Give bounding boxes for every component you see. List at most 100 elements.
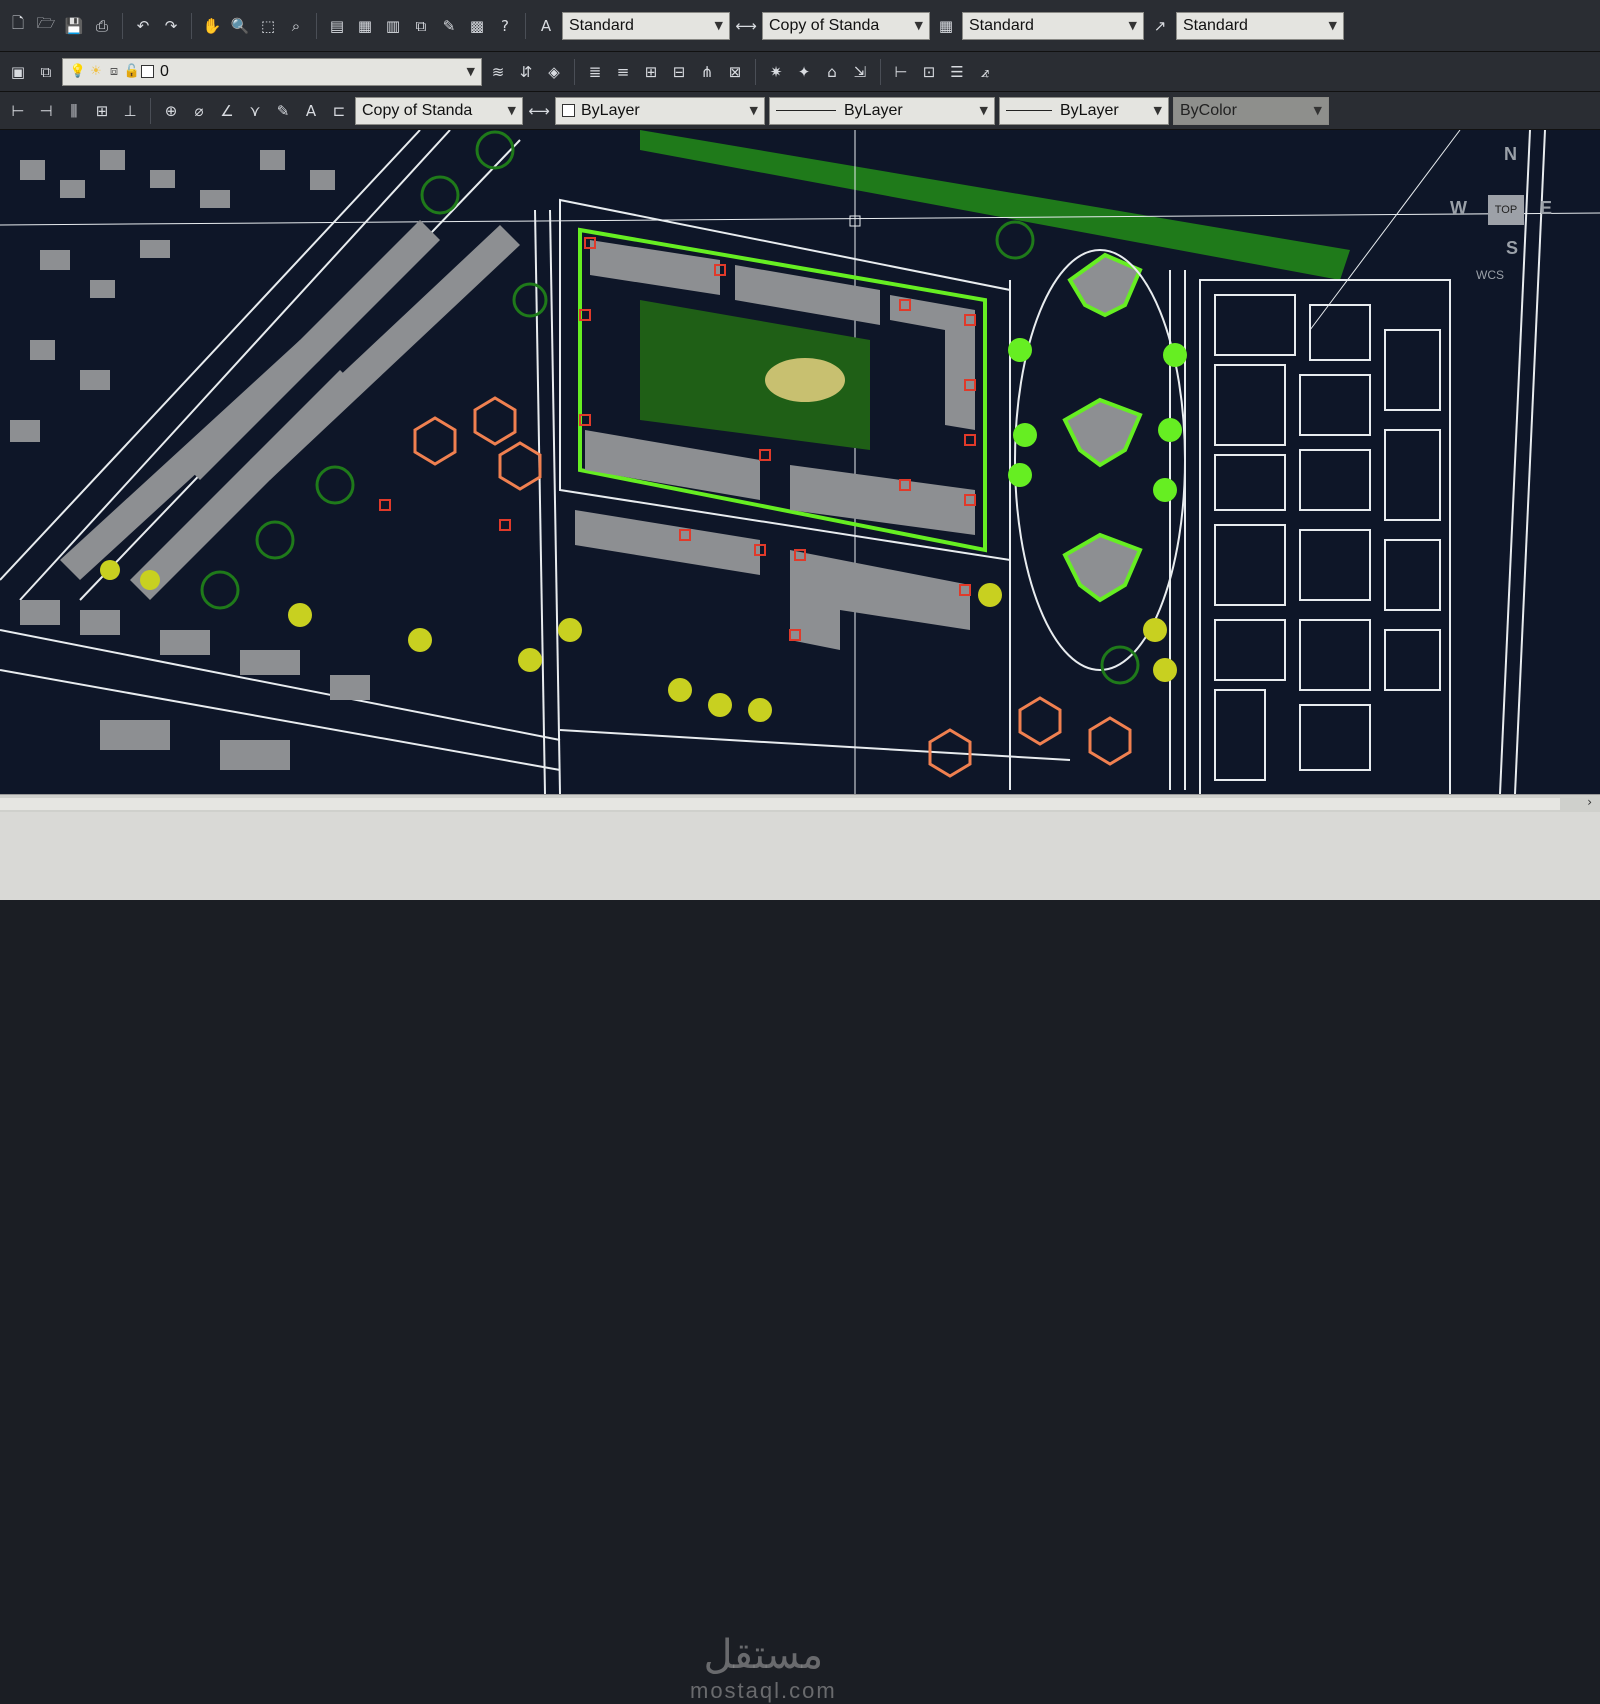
distant-light-icon[interactable]: ⇲	[848, 60, 872, 84]
drawing-canvas[interactable]: N W S E TOP WCS	[0, 130, 1600, 794]
dim-continue-icon[interactable]: ⊞	[90, 99, 114, 123]
viewcube-west[interactable]: W	[1450, 198, 1467, 219]
color-control-value: ByLayer	[581, 101, 640, 119]
dim-radius-icon[interactable]: ⊕	[159, 99, 183, 123]
dimension-properties-toolbar: ⊢ ⊣ ⫼ ⊞ ⊥ ⊕ ⌀ ∠ ⋎ ✎ A ⊏ Copy of Standa ▼…	[0, 92, 1600, 130]
make-current-icon[interactable]: ≋	[486, 60, 510, 84]
horizontal-scrollbar[interactable]: ›	[0, 794, 1600, 813]
separator	[191, 12, 192, 39]
dim-text-edit-icon[interactable]: A	[299, 99, 323, 123]
zoom-previous-icon[interactable]: ⌕	[284, 14, 308, 38]
tool-palettes-icon[interactable]: ▥	[381, 14, 405, 38]
properties-icon[interactable]: ▤	[325, 14, 349, 38]
mleader-style-icon[interactable]: ↗	[1148, 14, 1172, 38]
layers-toolbar: ▣ ⧉ 💡 ☀ ⧈ 🔓 0 ▼ ≋ ⇵ ◈ ≣ ≡ ⊞ ⊟ ⋔ ⊠ ✷ ✦ ⌂ …	[0, 52, 1600, 92]
chevron-down-icon: ▼	[1128, 19, 1137, 32]
chevron-down-icon: ▼	[1328, 19, 1337, 32]
dim-style-manager-icon[interactable]: ⟷	[527, 99, 551, 123]
viewcube-top-face[interactable]: TOP	[1488, 195, 1524, 225]
crosshair-horizontal	[0, 212, 1600, 226]
layer-properties-icon[interactable]: ▣	[6, 60, 30, 84]
text-style-select[interactable]: Standard ▼	[562, 11, 730, 40]
site-plan-drawing	[0, 130, 1600, 794]
layer-select[interactable]: 💡 ☀ ⧈ 🔓 0 ▼	[62, 57, 482, 86]
mleader-style-value: Standard	[1183, 16, 1248, 34]
layer-isolate-icon[interactable]: ◈	[542, 60, 566, 84]
freeze-viewport-icon: ⧈	[109, 64, 119, 79]
dim-aligned-icon[interactable]: ⊣	[34, 99, 58, 123]
calculator-icon[interactable]: ▩	[465, 14, 489, 38]
watermark-arabic: مستقل	[703, 1632, 824, 1678]
viewcube-south[interactable]: S	[1506, 238, 1518, 259]
chevron-down-icon: ▼	[749, 104, 758, 117]
layer-states-icon[interactable]: ⧉	[34, 60, 58, 84]
layer-freeze-icon[interactable]: ≡	[611, 60, 635, 84]
table-style-icon[interactable]: ▦	[934, 14, 958, 38]
layer-delete-icon[interactable]: ⊠	[723, 60, 747, 84]
zoom-realtime-icon[interactable]: 🔍	[228, 14, 252, 38]
table-style-select[interactable]: Standard ▼	[962, 11, 1144, 40]
block-editor-icon[interactable]: ⊡	[917, 60, 941, 84]
dim-ordinate-icon[interactable]: ⊥	[118, 99, 142, 123]
point-light-icon[interactable]: ✦	[792, 60, 816, 84]
chevron-down-icon: ▼	[714, 19, 723, 32]
markup-icon[interactable]: ✎	[437, 14, 461, 38]
mleader-style-select[interactable]: Standard ▼	[1176, 11, 1344, 40]
new-file-icon[interactable]: 🗋	[6, 14, 30, 38]
lineweight-control[interactable]: ByLayer ▼	[999, 96, 1169, 125]
plot-icon[interactable]: ⎙	[90, 14, 114, 38]
layer-off-icon[interactable]: ≣	[583, 60, 607, 84]
design-center-icon[interactable]: ▦	[353, 14, 377, 38]
dim-baseline-icon[interactable]: ⫼	[62, 99, 86, 123]
layer-color-swatch	[141, 65, 154, 78]
light-bulb-icon: 💡	[69, 64, 87, 79]
layer-previous-icon[interactable]: ⇵	[514, 60, 538, 84]
color-control[interactable]: ByLayer ▼	[555, 96, 765, 125]
open-file-icon[interactable]: 🗁	[34, 14, 58, 38]
viewcube-east[interactable]: E	[1540, 198, 1552, 219]
dim-linear-icon[interactable]: ⊢	[6, 99, 30, 123]
dim-style-control[interactable]: Copy of Standa ▼	[355, 96, 523, 125]
wcs-menu[interactable]: WCS	[1476, 268, 1504, 282]
dim-update-icon[interactable]: ⊏	[327, 99, 351, 123]
viewcube-north[interactable]: N	[1504, 144, 1517, 165]
watermark-latin: mostaql.com	[690, 1678, 837, 1703]
layer-lock-icon[interactable]: ⊞	[639, 60, 663, 84]
spot-light-icon[interactable]: ⌂	[820, 60, 844, 84]
trees	[100, 560, 1177, 722]
scroll-right-icon[interactable]: ›	[1587, 795, 1592, 809]
dim-style-select[interactable]: Copy of Standa ▼	[762, 11, 930, 40]
sheet-set-icon[interactable]: ⧉	[409, 14, 433, 38]
attribute-icon[interactable]: ☰	[945, 60, 969, 84]
scrollbar-thumb[interactable]	[0, 798, 1560, 810]
y-buildings	[1062, 252, 1143, 603]
pan-icon[interactable]: ✋	[200, 14, 224, 38]
plot-style-control[interactable]: ByColor ▼	[1173, 96, 1329, 125]
watermark: مستقل mostaql.com	[690, 1632, 837, 1704]
status-area: مستقل mostaql.com	[0, 812, 1600, 1703]
layer-name: 0	[160, 62, 169, 80]
dimension-linear-icon[interactable]: ⊢	[889, 60, 913, 84]
dim-jogged-icon[interactable]: ⋎	[243, 99, 267, 123]
dimension-style-icon[interactable]: ⟷	[734, 14, 758, 38]
ucs-icon[interactable]: ⦨	[973, 60, 997, 84]
dim-diameter-icon[interactable]: ⌀	[187, 99, 211, 123]
linetype-control[interactable]: ByLayer ▼	[769, 96, 995, 125]
text-style-icon[interactable]: A	[534, 14, 558, 38]
right-district	[1199, 279, 1451, 794]
separator	[316, 12, 317, 39]
redo-icon[interactable]: ↷	[159, 14, 183, 38]
zoom-window-icon[interactable]: ⬚	[256, 14, 280, 38]
help-icon[interactable]: ?	[493, 14, 517, 38]
save-icon[interactable]: 💾	[62, 14, 86, 38]
render-light-icon[interactable]: ✷	[764, 60, 788, 84]
separator	[122, 12, 123, 39]
viewcube[interactable]: N W S E TOP WCS	[1440, 140, 1560, 282]
layer-walk-icon[interactable]: ⊟	[667, 60, 691, 84]
layer-merge-icon[interactable]: ⋔	[695, 60, 719, 84]
dim-angular-icon[interactable]: ∠	[215, 99, 239, 123]
dim-edit-icon[interactable]: ✎	[271, 99, 295, 123]
color-swatch	[562, 104, 575, 117]
chevron-down-icon: ▼	[979, 104, 988, 117]
undo-icon[interactable]: ↶	[131, 14, 155, 38]
